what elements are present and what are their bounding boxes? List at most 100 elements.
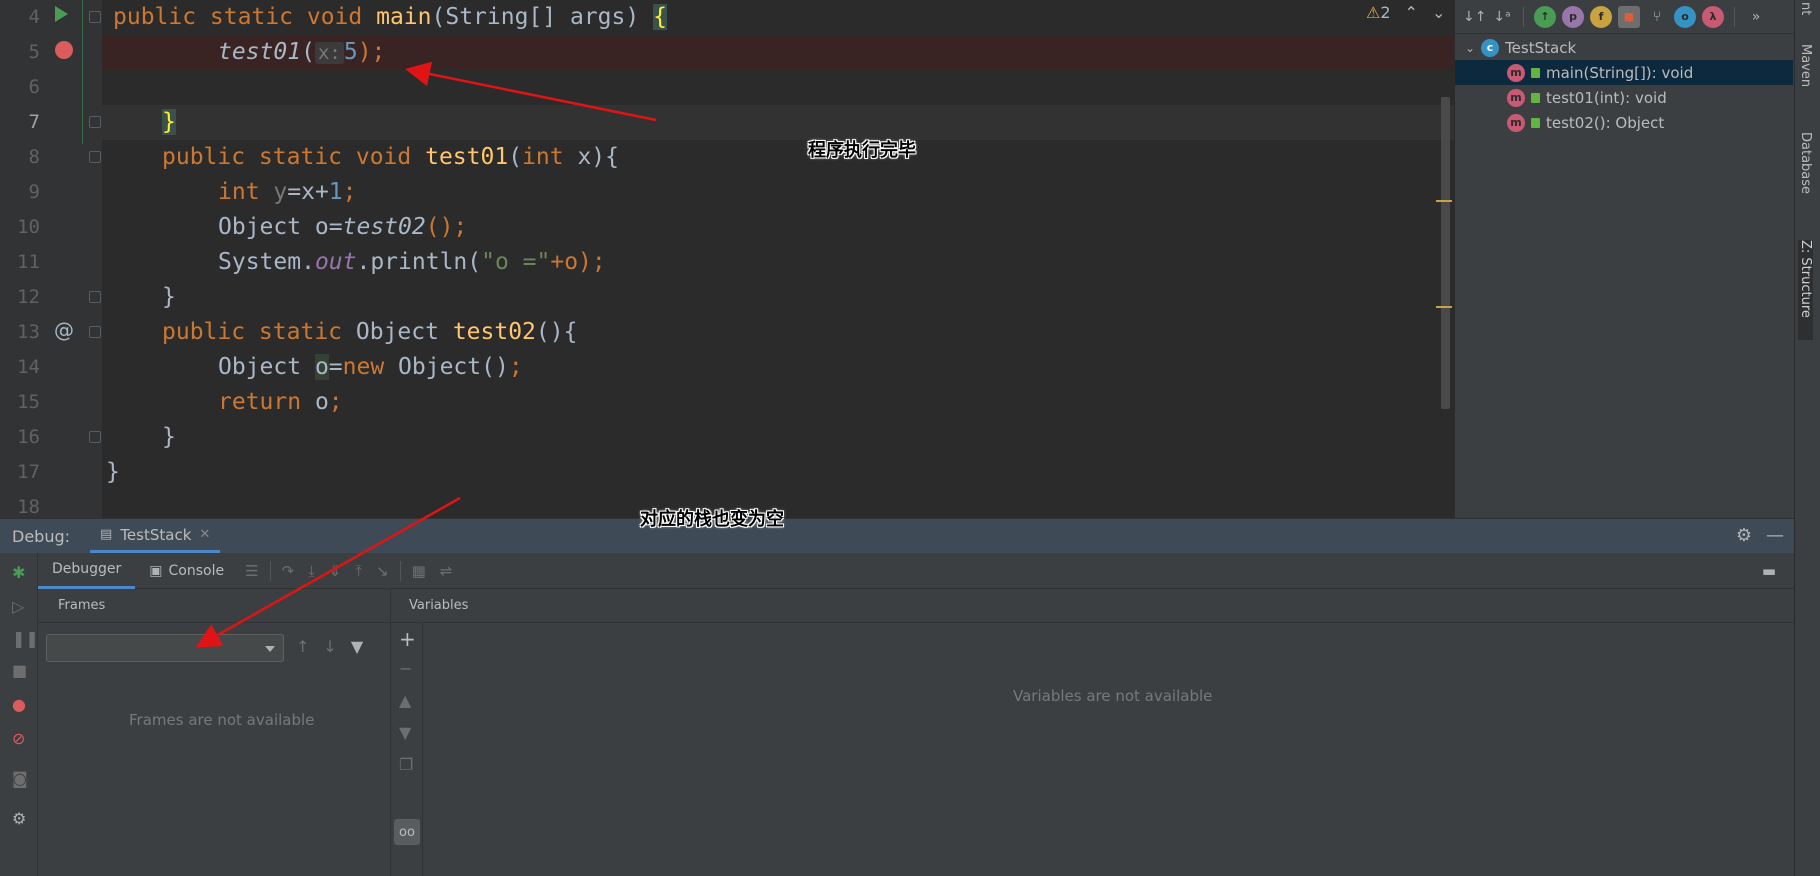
structure-panel: ↓↑ ↓ᵃ ↑ p f ■ ⑂ o λ » ⌄ c TestStack m ma…	[1454, 0, 1794, 518]
fold-icon[interactable]	[89, 291, 101, 303]
structure-toolbar: ↓↑ ↓ᵃ ↑ p f ■ ⑂ o λ »	[1455, 0, 1794, 34]
line-number: 4	[28, 6, 40, 28]
show-fields-icon[interactable]: f	[1590, 5, 1612, 28]
sort-alpha-icon[interactable]: ↓ᵃ	[1491, 9, 1513, 25]
thread-selector[interactable]	[46, 634, 284, 662]
code-text: return o;	[218, 389, 343, 415]
tree-method-test02[interactable]: m test02(): Object	[1455, 110, 1793, 135]
class-name: TestStack	[1505, 38, 1577, 57]
remove-watch-icon[interactable]: −	[399, 659, 412, 678]
step-over-icon[interactable]: ↷	[282, 562, 295, 580]
line-number: 6	[28, 76, 40, 98]
side-tab-top[interactable]: nt	[1798, 2, 1813, 15]
show-inherited-icon[interactable]: ↑	[1534, 5, 1556, 28]
line-number: 10	[17, 216, 40, 238]
warning-marker[interactable]	[1436, 306, 1452, 308]
public-lock-icon	[1531, 92, 1540, 103]
debug-left-toolbar: ✱ ▷ ❚❚ ■ ● ⊘ ◙ ⚙	[0, 553, 39, 876]
tree-class-node[interactable]: ⌄ c TestStack	[1455, 35, 1793, 60]
window-icon: ▤	[100, 527, 113, 542]
resume-icon[interactable]: ▷	[12, 597, 24, 616]
fold-icon[interactable]	[89, 326, 101, 338]
debug-bug-icon[interactable]: ✱	[12, 563, 25, 582]
fold-icon[interactable]	[89, 151, 101, 163]
show-properties-icon[interactable]: p	[1562, 5, 1584, 28]
step-into-icon[interactable]: ⤓	[308, 562, 315, 580]
fold-icon[interactable]	[89, 431, 101, 443]
side-tab-database[interactable]: Database	[1798, 132, 1813, 194]
hierarchy-icon[interactable]: ⑂	[1646, 9, 1668, 25]
line-number: 12	[17, 286, 40, 308]
code-line-16: 16 }	[0, 420, 1454, 455]
gear-icon[interactable]: ⚙	[1736, 525, 1752, 546]
tree-method-main[interactable]: m main(String[]): void	[1455, 60, 1793, 85]
annotation-at-icon[interactable]: @	[54, 318, 74, 342]
breakpoint-icon[interactable]	[55, 41, 73, 59]
method-icon: m	[1507, 88, 1525, 107]
variables-empty-message: Variables are not available	[1013, 687, 1213, 705]
filter-icon[interactable]: ▼	[351, 637, 363, 656]
sort-visibility-icon[interactable]: ↓↑	[1463, 9, 1486, 25]
debug-session-tab[interactable]: ▤ TestStack ✕	[90, 519, 221, 553]
show-non-public-icon[interactable]: ■	[1618, 5, 1640, 28]
force-step-into-icon[interactable]: ⇓	[329, 562, 342, 580]
trace-icon[interactable]: ⇌	[440, 562, 453, 580]
annotation-program-done: 程序执行完毕	[808, 140, 916, 161]
code-text: System.out.println("o ="+o);	[218, 249, 606, 275]
code-line-13: 13 public static Object test02(){	[0, 315, 1454, 350]
side-tab-structure[interactable]: Z: Structure	[1798, 240, 1813, 340]
variables-title: Variables	[391, 589, 1794, 623]
tab-debugger[interactable]: Debugger	[38, 553, 136, 589]
debug-tool-window: Debug: ▤ TestStack ✕ ⚙ — ✱ ▷ ❚❚ ■ ● ⊘ ◙ …	[0, 518, 1794, 876]
variables-pane: Variables + − ▲ ▼ ❐ oo Variables are not…	[391, 589, 1794, 876]
stop-icon[interactable]: ■	[12, 661, 27, 680]
close-icon[interactable]: ✕	[199, 527, 210, 542]
code-text: test01(x: 5);	[218, 39, 386, 65]
arrow-down-icon[interactable]: ↓	[323, 637, 336, 656]
evaluate-icon[interactable]: ▦	[412, 562, 426, 580]
code-editor[interactable]: 4 public static void main(String[] args)…	[0, 0, 1454, 518]
chevron-down-icon[interactable]: ⌄	[1432, 3, 1445, 22]
code-text: }	[162, 424, 176, 450]
warning-marker[interactable]	[1436, 200, 1452, 202]
tab-console[interactable]: ▣ Console	[135, 553, 238, 589]
code-text: int y=x+1;	[218, 179, 357, 205]
run-icon[interactable]	[55, 6, 68, 22]
line-number: 17	[17, 461, 40, 483]
vertical-scrollbar[interactable]	[1441, 97, 1450, 409]
inspection-widget[interactable]: ⚠2 ⌃ ⌄	[1366, 3, 1445, 22]
run-to-cursor-icon[interactable]: ↘	[376, 562, 389, 580]
arrow-up-icon[interactable]: ↑	[296, 637, 309, 656]
move-down-icon[interactable]: ▼	[399, 723, 411, 742]
fold-icon[interactable]	[89, 11, 101, 23]
code-text: public static Object test02(){	[162, 319, 578, 345]
chevron-up-icon[interactable]: ⌃	[1405, 3, 1418, 22]
lambdas-icon[interactable]: λ	[1702, 5, 1724, 28]
code-text: Object o=new Object();	[218, 354, 523, 380]
anonymous-classes-icon[interactable]: o	[1674, 5, 1696, 28]
step-out-icon[interactable]: ⤒	[355, 562, 362, 580]
camera-icon[interactable]: ◙	[12, 769, 28, 788]
copy-icon[interactable]: ❐	[399, 755, 413, 774]
frames-title: Frames	[38, 589, 390, 623]
glasses-icon[interactable]: oo	[394, 819, 420, 845]
fold-icon[interactable]	[89, 116, 101, 128]
session-tab-label: TestStack	[120, 525, 192, 544]
menu-icon[interactable]: ☰	[245, 562, 258, 580]
mute-breakpoints-icon[interactable]: ⊘	[12, 729, 25, 748]
pause-icon[interactable]: ❚❚	[12, 629, 39, 648]
chevron-down-icon[interactable]: ⌄	[1465, 41, 1475, 55]
more-icon[interactable]: »	[1745, 9, 1767, 25]
add-watch-icon[interactable]: +	[399, 627, 416, 651]
settings-icon[interactable]: ⚙	[12, 809, 26, 828]
minimize-icon[interactable]: —	[1766, 525, 1784, 546]
debug-label: Debug:	[12, 526, 71, 546]
code-line-11: 11 System.out.println("o ="+o);	[0, 245, 1454, 280]
tree-method-test01[interactable]: m test01(int): void	[1455, 85, 1793, 110]
view-breakpoints-icon[interactable]: ●	[12, 695, 26, 714]
layout-icon[interactable]: ▬	[1762, 562, 1776, 580]
move-up-icon[interactable]: ▲	[399, 691, 411, 710]
side-tab-maven[interactable]: Maven	[1798, 44, 1813, 87]
method-label: test02(): Object	[1546, 113, 1665, 132]
code-text: }	[106, 459, 120, 485]
